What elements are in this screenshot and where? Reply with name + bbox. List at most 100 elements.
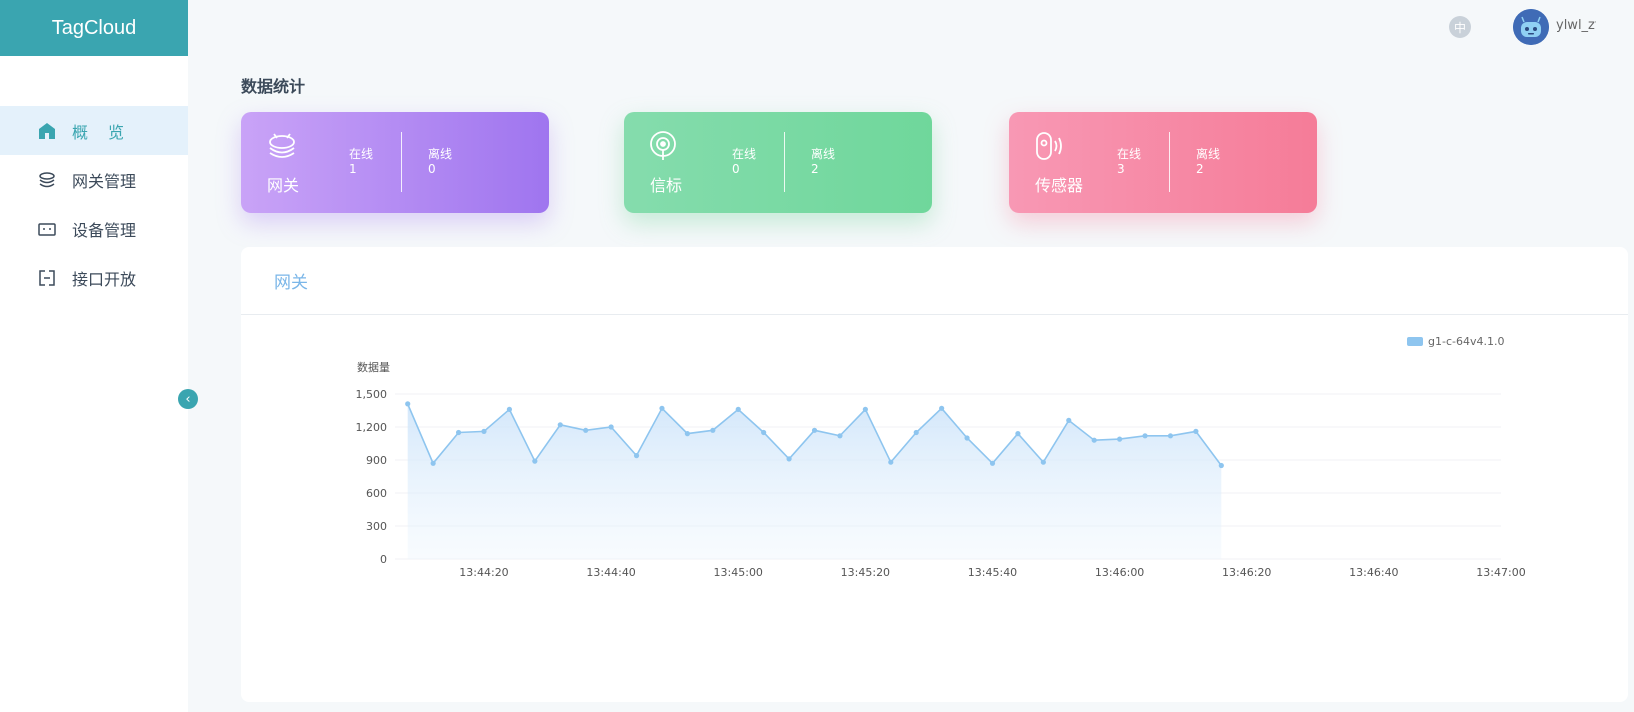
card-name: 网关 [267,176,300,195]
card-name: 信标 [650,176,683,195]
online-count: 1 [349,162,357,176]
y-tick-label: 900 [366,454,387,467]
sidebar-item-gateway-management[interactable]: 网关管理 [0,155,188,204]
sidebar-collapse-button[interactable]: ‹ [178,389,198,409]
online-stat: 在线 1 [349,147,373,177]
sidebar-item-label: 网关管理 [72,171,137,191]
beacon-icon [648,130,684,164]
data-point [761,429,767,436]
y-tick-label: 600 [366,487,387,500]
offline-label: 离线 [428,147,453,161]
data-point [735,406,741,412]
data-point [532,458,538,464]
data-point [506,406,513,412]
online-count: 0 [732,162,740,176]
card-divider [401,132,402,192]
offline-count: 2 [811,162,819,176]
data-point [913,429,919,436]
data-point [837,433,843,439]
sidebar-nav: 概览 网关管理 设备管理 接口开放 [0,106,188,302]
data-point [1167,433,1174,439]
x-tick-label: 13:45:40 [968,566,1017,579]
data-point [608,424,614,430]
online-stat: 在线 0 [732,147,756,177]
line-chart: 0 300 600 900 1,200 1,500 数据量 13:44:20 13:44:40 1… [356,360,1526,579]
data-point [1066,417,1072,423]
data-point [405,401,411,407]
sidebar-item-label: 设备管理 [72,220,137,240]
avatar[interactable] [1513,9,1549,45]
sidebar: TagCloud 概览 网关管理 设备管理 接口开放 [0,0,188,712]
online-stat: 在线 3 [1117,147,1141,177]
offline-count: 2 [1196,162,1204,176]
data-point [455,429,462,436]
online-label: 在线 [349,147,374,161]
sidebar-item-api-open[interactable]: 接口开放 [0,253,188,302]
y-tick-label: 300 [366,520,387,533]
x-tick-label: 13:46:20 [1222,566,1271,579]
x-tick-label: 13:46:00 [1095,566,1144,579]
online-count: 3 [1117,162,1125,176]
y-tick-label: 1,200 [356,421,388,434]
data-point [633,453,640,459]
device-icon [36,218,58,240]
offline-stat: 离线 2 [1196,147,1220,177]
card-name: 传感器 [1035,176,1084,195]
sidebar-item-label: 概览 [72,122,145,142]
data-point [684,431,690,437]
stat-card-sensor[interactable]: 传感器 在线 3 离线 2 [1009,112,1317,213]
offline-count: 0 [428,162,436,176]
online-label: 在线 [1117,147,1142,161]
data-point [964,435,970,441]
stat-card-gateway[interactable]: 网关 在线 1 离线 0 [241,112,549,213]
chart-legend[interactable]: g1-c-64v4.1.0 [1407,335,1504,348]
data-point [786,456,792,462]
data-point [862,406,868,412]
section-title: 数据统计 [241,77,306,96]
x-tick-label: 13:44:40 [586,566,635,579]
chevron-left-icon: ‹ [185,391,191,407]
language-toggle[interactable]: 中 [1449,16,1471,38]
offline-label: 离线 [1196,147,1221,161]
gateway-icon [265,130,301,164]
offline-stat: 离线 2 [811,147,835,177]
data-point [481,428,487,434]
card-divider [784,132,785,192]
chart-panel: 网关 0 300 600 900 1,200 1,500 数据量 13:44:20 13:44:… [241,247,1628,702]
app-logo[interactable]: TagCloud [0,0,188,56]
x-tick-label: 13:45:20 [841,566,890,579]
data-point [710,427,716,433]
home-icon [36,120,58,142]
data-point [989,460,996,466]
x-tick-label: 13:46:40 [1349,566,1398,579]
x-tick-label: 13:47:00 [1476,566,1525,579]
data-point [1015,431,1021,437]
data-point [1193,428,1199,434]
offline-label: 离线 [811,147,836,161]
card-divider [1169,132,1170,192]
sensor-icon [1033,130,1069,164]
data-point [1142,433,1148,439]
api-icon [36,267,58,289]
data-point [1218,462,1224,469]
data-point [939,405,945,411]
username[interactable]: ylwl_zt [1556,18,1596,33]
data-point [1117,436,1123,442]
data-point [557,422,563,428]
stat-card-beacon[interactable]: 信标 在线 0 离线 2 [624,112,932,213]
sidebar-item-overview[interactable]: 概览 [0,106,188,155]
data-point [811,427,818,433]
data-point [1091,437,1097,443]
legend-label: g1-c-64v4.1.0 [1428,335,1505,348]
x-tick-label: 13:44:20 [459,566,508,579]
sidebar-item-device-management[interactable]: 设备管理 [0,204,188,253]
online-label: 在线 [732,147,757,161]
data-point [430,460,436,466]
data-point [583,427,589,433]
robot-avatar-icon [1513,9,1549,45]
y-tick-label: 1,500 [356,388,388,401]
x-tick-label: 13:45:00 [714,566,763,579]
y-axis-label: 数据量 [357,360,390,374]
data-point [888,459,894,465]
data-point [659,405,665,411]
